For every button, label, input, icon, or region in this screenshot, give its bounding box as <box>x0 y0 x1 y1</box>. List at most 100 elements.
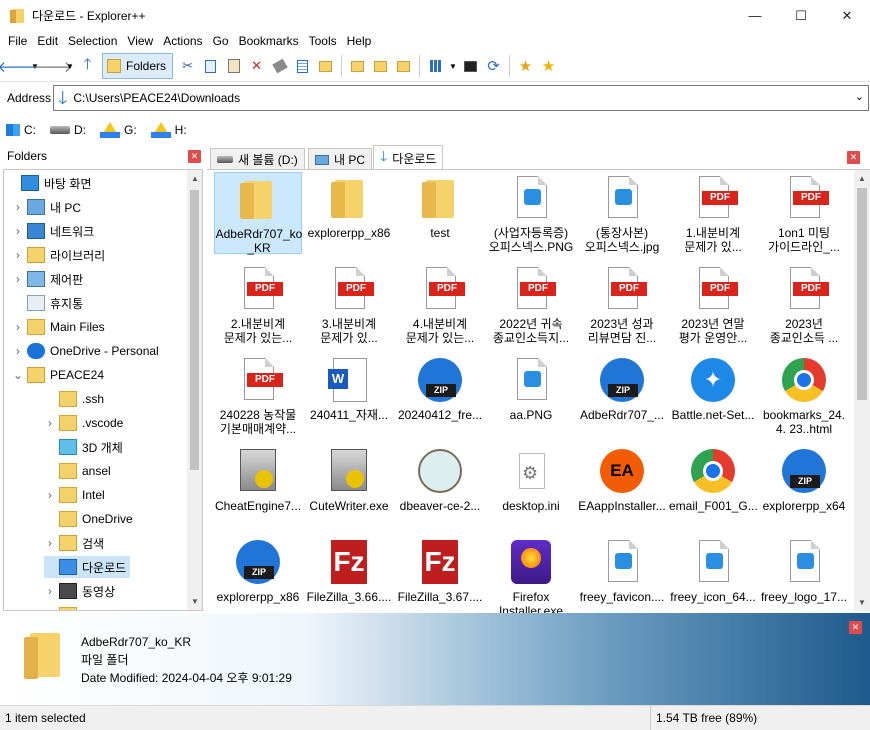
tree-item[interactable]: .ssh <box>44 388 108 410</box>
tree-item[interactable]: ⌄ PEACE24 <box>12 364 108 386</box>
menu-help[interactable]: Help <box>342 34 377 48</box>
menu-view[interactable]: View <box>122 34 158 48</box>
chevron-right-icon[interactable]: › <box>12 320 24 334</box>
file-item[interactable]: EA EAappInstaller... <box>578 445 666 527</box>
address-input[interactable]: 🡓 C:\Users\PEACE24\Downloads ⌄ <box>53 85 869 111</box>
tree-item[interactable]: 3D 개체 <box>44 436 127 458</box>
tree-item[interactable]: 휴지통 <box>12 292 87 314</box>
tab-downloads[interactable]: 🡓 다운로드 <box>373 145 444 170</box>
tree-item[interactable]: 링크 <box>44 604 108 610</box>
menu-edit[interactable]: Edit <box>32 34 63 48</box>
chevron-right-icon[interactable]: › <box>12 200 24 214</box>
file-item[interactable]: CheatEngine7... <box>214 445 302 527</box>
tree-item[interactable]: ansel <box>44 460 115 482</box>
minimize-button[interactable]: — <box>732 0 778 31</box>
chevron-right-icon[interactable]: › <box>12 248 24 262</box>
tree-item[interactable]: › 검색 <box>44 532 108 554</box>
refresh-button[interactable]: ⟳ <box>482 55 505 78</box>
tree-item[interactable]: › Intel <box>44 484 109 506</box>
chevron-right-icon[interactable]: › <box>12 344 24 358</box>
chevron-right-icon[interactable]: › <box>12 272 24 286</box>
file-item[interactable]: PDF 2022년 귀속 종교인소득지... <box>487 263 575 345</box>
file-item[interactable]: aa.PNG <box>487 354 575 436</box>
file-item[interactable]: test <box>396 172 484 254</box>
file-item[interactable]: CuteWriter.exe <box>305 445 393 527</box>
menu-go[interactable]: Go <box>208 34 234 48</box>
scroll-up-icon[interactable]: ▲ <box>191 174 199 183</box>
add-bookmark-button[interactable]: ★ <box>514 55 537 78</box>
copy-button[interactable] <box>199 55 222 78</box>
file-item[interactable]: PDF 240228 농작물 기본매매계약... <box>214 354 302 436</box>
paste-button[interactable] <box>222 55 245 78</box>
drive-h-button[interactable]: H: <box>150 122 187 138</box>
scroll-up-icon[interactable]: ▲ <box>858 174 866 183</box>
scroll-down-icon[interactable]: ▼ <box>858 598 866 607</box>
file-item[interactable]: Firefox Installer.exe <box>487 536 575 618</box>
tree-item[interactable]: › 라이브러리 <box>12 244 109 266</box>
drive-c-button[interactable]: C: <box>6 123 36 137</box>
chevron-down-icon[interactable]: ⌄ <box>855 90 864 103</box>
file-item[interactable]: Fz FileZilla_3.66.... <box>305 536 393 618</box>
file-item[interactable]: 240411_자재... <box>305 354 393 436</box>
forward-history-dropdown[interactable]: ▼ <box>64 55 76 78</box>
tree-item[interactable]: 다운로드 <box>44 556 131 578</box>
chevron-right-icon[interactable]: › <box>44 584 56 598</box>
file-item[interactable]: explorerpp_x86 <box>305 172 393 254</box>
up-button[interactable]: 🡑 <box>76 55 99 78</box>
file-item[interactable]: PDF 1.내분비계 문제가 있... <box>669 172 757 254</box>
tree-item[interactable]: › 네트워크 <box>12 220 98 242</box>
menu-tools[interactable]: Tools <box>304 34 342 48</box>
file-item[interactable]: ZIP explorerpp_x86 <box>214 536 302 618</box>
close-button[interactable]: ✕ <box>824 0 870 31</box>
properties-button[interactable] <box>291 55 314 78</box>
file-item[interactable]: bookmarks_24. 4. 23..html <box>760 354 848 436</box>
menu-file[interactable]: File <box>3 34 32 48</box>
copy-to-button[interactable] <box>369 55 392 78</box>
menu-selection[interactable]: Selection <box>63 34 122 48</box>
file-item[interactable]: Fz FileZilla_3.67.... <box>396 536 484 618</box>
file-item[interactable]: ZIP AdbeRdr707_... <box>578 354 666 436</box>
menu-bookmarks[interactable]: Bookmarks <box>234 34 304 48</box>
file-item[interactable]: PDF 1on1 미팅 가이드라인_... <box>760 172 848 254</box>
file-item[interactable]: (사업자등록증) 오피스넥스.PNG <box>487 172 575 254</box>
maximize-button[interactable]: ☐ <box>778 0 824 31</box>
tree-item[interactable]: › .vscode <box>44 412 127 434</box>
file-item[interactable]: desktop.ini <box>487 445 575 527</box>
move-to-button[interactable] <box>392 55 415 78</box>
file-list-scrollbar-thumb[interactable] <box>857 188 867 400</box>
back-button[interactable]: 🡐 <box>0 55 38 78</box>
file-item[interactable]: freey_favicon.... <box>578 536 666 618</box>
file-item[interactable]: ZIP explorerpp_x64 <box>760 445 848 527</box>
file-item[interactable]: PDF 2023년 성과 리뷰면담 진... <box>578 263 666 345</box>
forward-button[interactable]: 🡒 <box>32 55 72 78</box>
tree-item[interactable]: › 내 PC <box>12 196 85 218</box>
file-item[interactable]: PDF 4.내분비계 문제가 있는... <box>396 263 484 345</box>
file-item[interactable]: (통장사본) 오피스넥스.jpg <box>578 172 666 254</box>
chevron-down-icon[interactable]: ⌄ <box>12 368 24 382</box>
menu-actions[interactable]: Actions <box>158 34 207 48</box>
tree-scrollbar[interactable]: ▲ ▼ <box>187 170 202 610</box>
close-tab-button[interactable]: ✕ <box>847 151 860 164</box>
tree-item[interactable]: › 제어판 <box>12 268 87 290</box>
command-prompt-button[interactable] <box>459 55 482 78</box>
views-dropdown[interactable]: ▼ <box>447 55 459 78</box>
file-item[interactable]: ZIP 20240412_fre... <box>396 354 484 436</box>
organize-bookmarks-button[interactable]: ★ <box>537 55 560 78</box>
folders-toggle-button[interactable]: Folders <box>102 53 174 79</box>
delete-permanently-button[interactable] <box>268 55 291 78</box>
file-item[interactable]: email_F001_G... <box>669 445 757 527</box>
file-item[interactable]: dbeaver-ce-2... <box>396 445 484 527</box>
search-button[interactable] <box>314 55 337 78</box>
tab-my-pc[interactable]: 내 PC <box>308 148 373 170</box>
views-button[interactable] <box>424 55 447 78</box>
file-item[interactable]: PDF 2.내분비계 문제가 있는... <box>214 263 302 345</box>
file-item[interactable]: freey_logo_17... <box>760 536 848 618</box>
chevron-right-icon[interactable]: › <box>44 536 56 550</box>
file-list-scrollbar[interactable]: ▲ ▼ <box>854 170 870 611</box>
tree-item[interactable]: › Main Files <box>12 316 109 338</box>
tree-scrollbar-thumb[interactable] <box>190 190 199 470</box>
file-list-view[interactable]: AdbeRdr707_ko _KR explorerpp_x86 test (사업자등… <box>207 169 870 618</box>
tree-item[interactable]: OneDrive <box>44 508 137 530</box>
tab-volume-d[interactable]: 새 볼륨 (D:) <box>210 148 305 170</box>
folder-tree[interactable]: 바탕 화면 › 내 PC › 네트워크 › 라이브러리 › 제어판 휴지통 › Main Files ›… <box>3 169 203 611</box>
